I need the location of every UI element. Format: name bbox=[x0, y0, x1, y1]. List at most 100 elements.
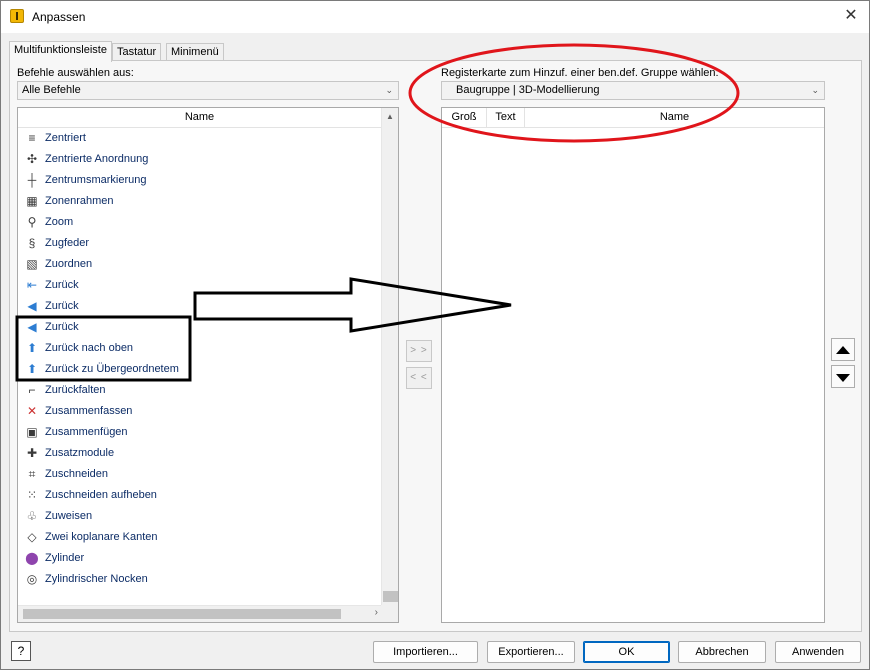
list-item[interactable]: ◀ Zurück bbox=[22, 296, 179, 317]
command-label: Zuordnen bbox=[45, 258, 93, 270]
tab-multifunktionsleiste[interactable]: Multifunktionsleiste bbox=[9, 41, 112, 62]
list-item[interactable]: ⌗ Zuschneiden bbox=[22, 464, 179, 485]
import-button[interactable]: Importieren... bbox=[373, 641, 478, 663]
horizontal-scroll-thumb[interactable] bbox=[23, 609, 341, 619]
add-command-button[interactable]: > > bbox=[406, 340, 432, 362]
command-label: Zonenrahmen bbox=[45, 195, 114, 207]
command-icon: ✣ bbox=[26, 152, 38, 166]
horizontal-scrollbar[interactable]: › bbox=[18, 605, 382, 622]
list-item[interactable]: ⇤ Zurück bbox=[22, 275, 179, 296]
help-button[interactable]: ? bbox=[11, 641, 31, 661]
vertical-scroll-thumb[interactable] bbox=[383, 591, 398, 602]
list-item[interactable]: ◀ Zurück bbox=[22, 317, 179, 338]
move-down-button[interactable] bbox=[831, 365, 855, 388]
command-icon: ✕ bbox=[26, 404, 38, 418]
command-label: Zoom bbox=[45, 216, 74, 228]
vertical-scrollbar[interactable]: ▲ bbox=[381, 108, 398, 622]
tab-minimenue[interactable]: Minimenü bbox=[166, 43, 224, 61]
ok-button[interactable]: OK bbox=[583, 641, 670, 663]
list-item[interactable]: ▦ Zonenrahmen bbox=[22, 191, 179, 212]
list-item[interactable]: ⌐ Zurückfalten bbox=[22, 380, 179, 401]
commands-rows: ≡ Zentriert ✣ Zentrierte Anordnung ┼ Zentrums… bbox=[22, 128, 179, 590]
list-item[interactable]: ✚ Zusatzmodule bbox=[22, 443, 179, 464]
list-item[interactable]: ⚲ Zoom bbox=[22, 212, 179, 233]
list-item[interactable]: ✣ Zentrierte Anordnung bbox=[22, 149, 179, 170]
triangle-down-icon bbox=[836, 374, 850, 382]
list-item[interactable]: ◎ Zylindrischer Nocken bbox=[22, 569, 179, 590]
customize-dialog: Anpassen ✕ Multifunktionsleiste Tastatur… bbox=[0, 0, 870, 670]
cancel-button[interactable]: Abbrechen bbox=[678, 641, 766, 663]
apply-button[interactable]: Anwenden bbox=[775, 641, 861, 663]
export-button[interactable]: Exportieren... bbox=[487, 641, 575, 663]
list-item[interactable]: ⁙ Zuschneiden aufheben bbox=[22, 485, 179, 506]
command-label: Zurück nach oben bbox=[45, 342, 134, 354]
target-tab-combo[interactable]: Baugruppe | 3D-Modellierung ⌄ bbox=[441, 81, 825, 100]
chevron-down-icon: ⌄ bbox=[385, 85, 393, 95]
command-icon: ≡ bbox=[28, 131, 36, 145]
list-item[interactable]: ┼ Zentrumsmarkierung bbox=[22, 170, 179, 191]
app-icon bbox=[10, 9, 24, 23]
target-tab-label: Registerkarte zum Hinzuf. einer ben.def.… bbox=[441, 67, 719, 79]
command-label: Zurück bbox=[45, 300, 79, 312]
target-groups-list[interactable]: Groß Text Name bbox=[441, 107, 825, 623]
scroll-up-icon[interactable]: ▲ bbox=[386, 112, 394, 121]
move-up-button[interactable] bbox=[831, 338, 855, 361]
list-item[interactable]: ⬆ Zurück nach oben bbox=[22, 338, 179, 359]
tab-tastatur[interactable]: Tastatur bbox=[112, 43, 162, 61]
command-icon: ◎ bbox=[26, 572, 38, 586]
remove-command-button[interactable]: < < bbox=[406, 367, 432, 389]
command-label: Zugfeder bbox=[45, 237, 90, 249]
list-item[interactable]: ≡ Zentriert bbox=[22, 128, 179, 149]
command-icon: ◀ bbox=[27, 299, 37, 313]
command-icon: ◀ bbox=[27, 320, 37, 334]
commands-list[interactable]: Name ≡ Zentriert ✣ Zentrierte Anordnung ┼ Zen… bbox=[17, 107, 399, 623]
command-label: Zusammenfassen bbox=[45, 405, 133, 417]
close-icon[interactable]: ✕ bbox=[841, 6, 861, 26]
command-icon: ⬤ bbox=[25, 551, 39, 565]
command-icon: ♧ bbox=[26, 509, 38, 523]
command-icon: ✚ bbox=[26, 446, 38, 460]
commands-source-value: Alle Befehle bbox=[22, 84, 81, 96]
chevron-down-icon: ⌄ bbox=[811, 85, 819, 95]
command-label: Zurückfalten bbox=[45, 384, 106, 396]
command-icon: ⁙ bbox=[26, 488, 38, 502]
command-icon: ⬆ bbox=[26, 341, 38, 355]
command-label: Zuschneiden aufheben bbox=[45, 489, 157, 501]
command-label: Zentrierte Anordnung bbox=[45, 153, 149, 165]
column-header-name[interactable]: Name bbox=[18, 108, 382, 128]
command-label: Zurück bbox=[45, 321, 79, 333]
list-item[interactable]: ♧ Zuweisen bbox=[22, 506, 179, 527]
window-title: Anpassen bbox=[32, 10, 86, 24]
command-icon: ⇤ bbox=[26, 278, 38, 292]
command-icon: ┼ bbox=[27, 173, 37, 187]
command-icon: ⌗ bbox=[28, 467, 36, 481]
command-label: Zurück bbox=[45, 279, 79, 291]
command-label: Zusatzmodule bbox=[45, 447, 115, 459]
command-label: Zentrumsmarkierung bbox=[45, 174, 147, 186]
command-icon: ◇ bbox=[27, 530, 37, 544]
scroll-right-icon[interactable]: › bbox=[375, 607, 378, 618]
command-icon: ⚲ bbox=[27, 215, 37, 229]
list-item[interactable]: ⬆ Zurück zu Übergeordnetem bbox=[22, 359, 179, 380]
list-item[interactable]: ✕ Zusammenfassen bbox=[22, 401, 179, 422]
command-label: Zylindrischer Nocken bbox=[45, 573, 148, 585]
commands-source-combo[interactable]: Alle Befehle ⌄ bbox=[17, 81, 399, 100]
column-header-gross[interactable]: Groß bbox=[442, 108, 487, 128]
commands-source-label: Befehle auswählen aus: bbox=[17, 67, 134, 79]
command-label: Zuweisen bbox=[45, 510, 93, 522]
command-label: Zylinder bbox=[45, 552, 85, 564]
list-item[interactable]: § Zugfeder bbox=[22, 233, 179, 254]
command-icon: ⌐ bbox=[28, 383, 36, 397]
command-label: Zentriert bbox=[45, 132, 86, 144]
target-tab-value: Baugruppe | 3D-Modellierung bbox=[456, 84, 600, 96]
triangle-up-icon bbox=[836, 346, 850, 354]
command-icon: ⬆ bbox=[26, 362, 38, 376]
command-label: Zuschneiden bbox=[45, 468, 108, 480]
list-item[interactable]: ▣ Zusammenfügen bbox=[22, 422, 179, 443]
column-header-text[interactable]: Text bbox=[487, 108, 525, 128]
column-header-name[interactable]: Name bbox=[525, 108, 824, 128]
command-label: Zwei koplanare Kanten bbox=[45, 531, 158, 543]
list-item[interactable]: ⬤ Zylinder bbox=[22, 548, 179, 569]
list-item[interactable]: ◇ Zwei koplanare Kanten bbox=[22, 527, 179, 548]
list-item[interactable]: ▧ Zuordnen bbox=[22, 254, 179, 275]
